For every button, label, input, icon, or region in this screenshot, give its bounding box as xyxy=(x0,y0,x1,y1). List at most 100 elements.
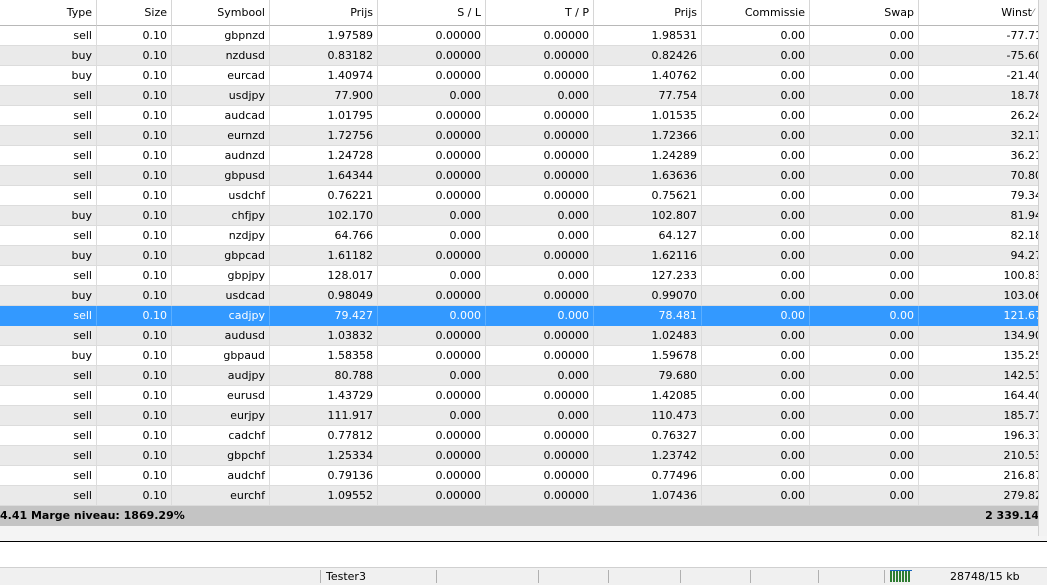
cell-commission: 0.00 xyxy=(702,226,810,246)
table-row[interactable]: sell 0.10 nzdjpy 64.766 0.000 0.000 64.127 0.00… xyxy=(0,226,1047,246)
cell-commission: 0.00 xyxy=(702,266,810,286)
cell-type: sell xyxy=(0,486,97,506)
cell-size: 0.10 xyxy=(97,446,172,466)
cell-size: 0.10 xyxy=(97,86,172,106)
cell-size: 0.10 xyxy=(97,326,172,346)
table-row[interactable]: sell 0.10 eurnzd 1.72756 0.00000 0.00000 1.723… xyxy=(0,126,1047,146)
cell-symbol: audusd xyxy=(172,326,270,346)
cell-profit: 134.90 xyxy=(919,326,1047,346)
cell-stop-loss: 0.00000 xyxy=(378,66,486,86)
table-row[interactable]: sell 0.10 eurchf 1.09552 0.00000 0.00000 1.074… xyxy=(0,486,1047,506)
cell-stop-loss: 0.00000 xyxy=(378,326,486,346)
table-row[interactable]: sell 0.10 gbpusd 1.64344 0.00000 0.00000 1.636… xyxy=(0,166,1047,186)
total-profit: 2 339.14 xyxy=(985,509,1039,522)
cell-size: 0.10 xyxy=(97,146,172,166)
cell-profit: 94.27 xyxy=(919,246,1047,266)
cell-type: buy xyxy=(0,206,97,226)
column-header-swap[interactable]: Swap xyxy=(810,0,919,26)
cell-open-price: 77.900 xyxy=(270,86,378,106)
cell-swap: 0.00 xyxy=(810,26,919,46)
cell-swap: 0.00 xyxy=(810,146,919,166)
cell-take-profit: 0.000 xyxy=(486,226,594,246)
column-header-size[interactable]: Size xyxy=(97,0,172,26)
cell-type: sell xyxy=(0,386,97,406)
cell-type: buy xyxy=(0,66,97,86)
cell-commission: 0.00 xyxy=(702,206,810,226)
cell-profit: 279.82 xyxy=(919,486,1047,506)
table-row[interactable]: buy 0.10 nzdusd 0.83182 0.00000 0.00000 0.8242… xyxy=(0,46,1047,66)
cell-commission: 0.00 xyxy=(702,426,810,446)
table-row[interactable]: sell 0.10 gbpjpy 128.017 0.000 0.000 127.233 0.… xyxy=(0,266,1047,286)
table-row[interactable]: sell 0.10 usdchf 0.76221 0.00000 0.00000 0.756… xyxy=(0,186,1047,206)
column-header-commission[interactable]: Commissie xyxy=(702,0,810,26)
cell-symbol: eurnzd xyxy=(172,126,270,146)
connection-bars-icon[interactable] xyxy=(890,570,914,582)
cell-symbol: usdcad xyxy=(172,286,270,306)
cell-symbol: gbpaud xyxy=(172,346,270,366)
table-row[interactable]: sell 0.10 audnzd 1.24728 0.00000 0.00000 1.242… xyxy=(0,146,1047,166)
cell-commission: 0.00 xyxy=(702,186,810,206)
cell-current-price: 0.77496 xyxy=(594,466,702,486)
table-row[interactable]: sell 0.10 audchf 0.79136 0.00000 0.00000 0.774… xyxy=(0,466,1047,486)
table-row[interactable]: buy 0.10 eurcad 1.40974 0.00000 0.00000 1.4076… xyxy=(0,66,1047,86)
table-row[interactable]: sell 0.10 audusd 1.03832 0.00000 0.00000 1.024… xyxy=(0,326,1047,346)
table-row[interactable]: sell 0.10 gbpchf 1.25334 0.00000 0.00000 1.237… xyxy=(0,446,1047,466)
cell-size: 0.10 xyxy=(97,406,172,426)
cell-profit: -77.71 xyxy=(919,26,1047,46)
table-row[interactable]: sell 0.10 eurjpy 111.917 0.000 0.000 110.473 0.… xyxy=(0,406,1047,426)
table-row[interactable]: buy 0.10 usdcad 0.98049 0.00000 0.00000 0.9907… xyxy=(0,286,1047,306)
cell-type: sell xyxy=(0,266,97,286)
summary-row: 4.41 Marge niveau: 1869.29% 2 339.14 xyxy=(0,506,1047,526)
cell-current-price: 0.76327 xyxy=(594,426,702,446)
cell-type: sell xyxy=(0,106,97,126)
cell-stop-loss: 0.000 xyxy=(378,406,486,426)
cell-swap: 0.00 xyxy=(810,446,919,466)
cell-size: 0.10 xyxy=(97,386,172,406)
cell-current-price: 78.481 xyxy=(594,306,702,326)
table-row[interactable]: sell 0.10 cadchf 0.77812 0.00000 0.00000 0.763… xyxy=(0,426,1047,446)
trade-table: Type Size Symbool Prijs S / LT / P Prijs Commi… xyxy=(0,0,1047,506)
cell-symbol: gbpnzd xyxy=(172,26,270,46)
column-header-current-price[interactable]: Prijs xyxy=(594,0,702,26)
cell-profit: 196.37 xyxy=(919,426,1047,446)
vertical-scrollbar[interactable] xyxy=(1038,0,1047,536)
column-header-take-profit[interactable]: T / P xyxy=(486,0,594,26)
table-row[interactable]: buy 0.10 gbpcad 1.61182 0.00000 0.00000 1.6211… xyxy=(0,246,1047,266)
cell-current-price: 1.59678 xyxy=(594,346,702,366)
column-header-stop-loss[interactable]: S / L xyxy=(378,0,486,26)
cell-current-price: 1.63636 xyxy=(594,166,702,186)
cell-size: 0.10 xyxy=(97,466,172,486)
cell-current-price: 0.82426 xyxy=(594,46,702,66)
cell-commission: 0.00 xyxy=(702,166,810,186)
cell-current-price: 0.99070 xyxy=(594,286,702,306)
column-header-symbol[interactable]: Symbool xyxy=(172,0,270,26)
cell-stop-loss: 0.00000 xyxy=(378,286,486,306)
cell-profit: 164.40 xyxy=(919,386,1047,406)
cell-profit: 121.67 xyxy=(919,306,1047,326)
cell-swap: 0.00 xyxy=(810,486,919,506)
cell-open-price: 80.788 xyxy=(270,366,378,386)
table-row[interactable]: sell 0.10 audcad 1.01795 0.00000 0.00000 1.015… xyxy=(0,106,1047,126)
column-header-type[interactable]: Type xyxy=(0,0,97,26)
cell-size: 0.10 xyxy=(97,166,172,186)
cell-take-profit: 0.00000 xyxy=(486,26,594,46)
table-row[interactable]: sell 0.10 cadjpy 79.427 0.000 0.000 78.481 0.00… xyxy=(0,306,1047,326)
cell-profit: 82.18 xyxy=(919,226,1047,246)
cell-commission: 0.00 xyxy=(702,46,810,66)
cell-take-profit: 0.00000 xyxy=(486,346,594,366)
column-header-open-price[interactable]: Prijs xyxy=(270,0,378,26)
cell-symbol: gbpcad xyxy=(172,246,270,266)
table-row[interactable]: sell 0.10 gbpnzd 1.97589 0.00000 0.00000 1.985… xyxy=(0,26,1047,46)
table-row[interactable]: buy 0.10 gbpaud 1.58358 0.00000 0.00000 1.5967… xyxy=(0,346,1047,366)
cell-commission: 0.00 xyxy=(702,366,810,386)
cell-size: 0.10 xyxy=(97,46,172,66)
cell-size: 0.10 xyxy=(97,366,172,386)
table-row[interactable]: sell 0.10 eurusd 1.43729 0.00000 0.00000 1.420… xyxy=(0,386,1047,406)
table-row[interactable]: sell 0.10 audjpy 80.788 0.000 0.000 79.680 0.00… xyxy=(0,366,1047,386)
column-header-profit[interactable]: Winst ⁄ xyxy=(919,0,1047,26)
cell-open-price: 0.79136 xyxy=(270,466,378,486)
table-row[interactable]: sell 0.10 usdjpy 77.900 0.000 0.000 77.754 0.00… xyxy=(0,86,1047,106)
cell-swap: 0.00 xyxy=(810,426,919,446)
table-row[interactable]: buy 0.10 chfjpy 102.170 0.000 0.000 102.807 0.0… xyxy=(0,206,1047,226)
cell-size: 0.10 xyxy=(97,126,172,146)
